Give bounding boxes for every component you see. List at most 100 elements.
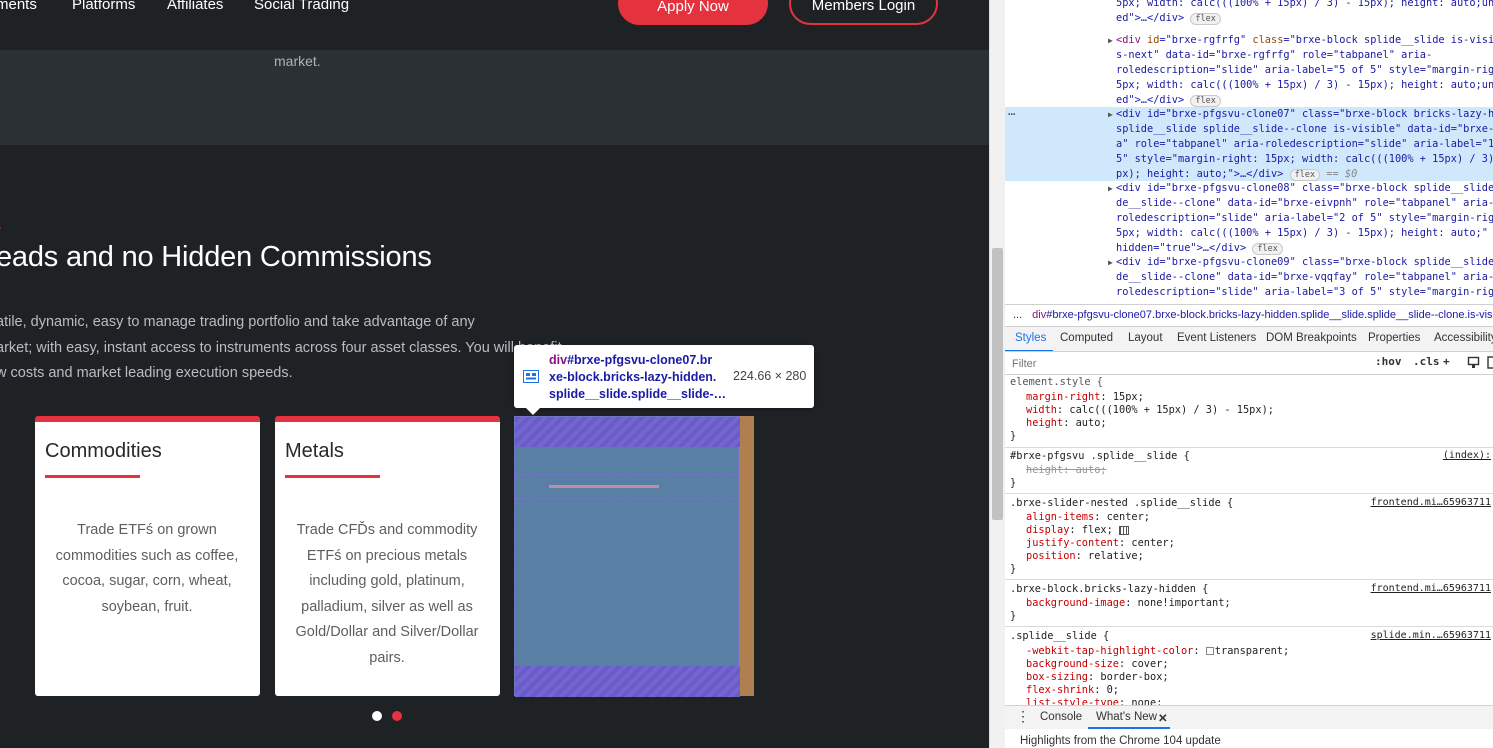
css-prop-name[interactable]: list-style-type [1026, 697, 1119, 705]
computed-styles-toggle-icon[interactable] [1467, 356, 1480, 369]
css-prop-name[interactable]: align-items [1026, 511, 1094, 523]
styles-filter-input[interactable] [1009, 355, 1367, 372]
css-prop-name[interactable]: height [1026, 417, 1063, 429]
css-prop-value[interactable]: center; [1131, 537, 1174, 549]
card-body-line: including gold, platinum, [309, 573, 465, 589]
expand-triangle-icon[interactable]: ▶ [1108, 258, 1113, 267]
css-prop-name[interactable]: width [1026, 404, 1057, 416]
rule-source-link[interactable]: (index): [1443, 450, 1491, 461]
expand-triangle-icon[interactable]: ▶ [1108, 184, 1113, 193]
expand-triangle-icon[interactable]: ▶ [1108, 36, 1113, 45]
css-prop-name[interactable]: box-sizing [1026, 671, 1088, 683]
nav-link-instruments[interactable]: ments [0, 0, 37, 13]
css-prop-name[interactable]: background-size [1026, 658, 1119, 670]
breadcrumb-selector[interactable]: #brxe-pfgsvu-clone07.brxe-block.bricks-l… [1046, 309, 1493, 321]
hover-state-button[interactable]: :hov [1375, 355, 1402, 368]
css-prop-name[interactable]: margin-right [1026, 391, 1100, 403]
breadcrumb-ellipsis[interactable]: ... [1013, 309, 1022, 321]
css-prop-name[interactable]: -webkit-tap-highlight-color [1026, 645, 1193, 657]
css-rule[interactable]: .brxe-block.bricks-lazy-hidden { fronten… [1005, 580, 1493, 627]
members-login-button[interactable]: Members Login [789, 0, 938, 25]
tab-console[interactable]: Console [1040, 711, 1082, 723]
color-swatch-icon[interactable] [1205, 647, 1214, 655]
elements-tree[interactable]: 5px; width: calc(((100% + 15px) / 3) - 1… [1005, 0, 1493, 304]
css-prop-value[interactable]: 15px; [1113, 391, 1144, 403]
css-prop-value[interactable]: border-box; [1100, 671, 1168, 683]
breadcrumb-tag[interactable]: div [1032, 309, 1046, 321]
drawer-menu-icon[interactable]: ⋮ [1016, 708, 1030, 725]
carousel-dot-active[interactable] [392, 711, 402, 721]
tab-layout[interactable]: Layout [1128, 332, 1163, 344]
nav-link-social-trading[interactable]: Social Trading [254, 0, 349, 13]
close-icon[interactable]: ✕ [1158, 711, 1168, 725]
css-prop-value[interactable]: relative; [1088, 550, 1144, 562]
css-prop-name[interactable]: justify-content [1026, 537, 1119, 549]
css-prop-name[interactable]: display [1026, 524, 1069, 536]
css-prop-name[interactable]: position [1026, 550, 1076, 562]
more-icon[interactable]: ⋯ [1008, 107, 1015, 121]
rule-source-link[interactable]: splide.min.…65963711 [1371, 630, 1491, 641]
dom-breadcrumb[interactable]: ... div#brxe-pfgsvu-clone07.brxe-block.br… [1005, 304, 1493, 326]
rule-source-link[interactable]: frontend.mi…65963711 [1371, 583, 1491, 594]
dom-node[interactable]: 5px; width: calc(((100% + 15px) / 3) - 1… [1005, 0, 1493, 32]
expand-triangle-icon[interactable]: ▶ [1108, 110, 1113, 119]
apply-now-button[interactable]: Apply Now [618, 0, 768, 25]
css-rule[interactable]: .brxe-slider-nested .splide__slide { fro… [1005, 494, 1493, 580]
tooltip-size: 224.66 × 280 [733, 369, 807, 383]
css-prop-name[interactable]: height [1026, 464, 1063, 476]
css-prop-value[interactable]: calc(((100% + 15px) / 3) - 15px); [1069, 404, 1274, 416]
dom-node[interactable]: ▶ <div id="brxe-pfgsvu-clone08" class="b… [1005, 181, 1493, 255]
rule-source-link[interactable]: frontend.mi…65963711 [1371, 497, 1491, 508]
dom-node[interactable]: ▶ <div id="brxe-rgfrfg" class="brxe-bloc… [1005, 33, 1493, 107]
page-scrollbar[interactable] [989, 0, 1005, 748]
tab-accessibility[interactable]: Accessibility [1434, 332, 1493, 344]
section-intro: atile, dynamic, easy to manage trading p… [0, 310, 562, 387]
intro-line: arket; with easy, instant access to inst… [0, 339, 562, 356]
flex-badge[interactable]: flex [1190, 13, 1221, 25]
class-toggle-button[interactable]: .cls [1413, 355, 1440, 368]
css-prop-value[interactable]: center; [1107, 511, 1150, 523]
devtools-drawer-tabbar: ⋮ Console What's New ✕ [1005, 705, 1493, 729]
css-prop-name[interactable]: background-image [1026, 597, 1125, 609]
sidebar-toggle-icon[interactable] [1487, 356, 1493, 369]
css-rule[interactable]: #brxe-pfgsvu .splide__slide { (index): h… [1005, 448, 1493, 494]
tab-computed[interactable]: Computed [1060, 332, 1113, 344]
tab-styles[interactable]: Styles [1015, 332, 1046, 344]
css-prop-value[interactable]: flex; [1082, 524, 1113, 536]
css-prop-value[interactable]: auto; [1076, 417, 1107, 429]
css-prop-value[interactable]: none!important; [1138, 597, 1231, 609]
css-prop-value[interactable]: none; [1131, 697, 1162, 705]
css-rule[interactable]: .splide__slide { splide.min.…65963711 -w… [1005, 627, 1493, 705]
css-prop-name[interactable]: flex-shrink [1026, 684, 1094, 696]
dom-node-line: a" role="tabpanel" aria-roledescription=… [1116, 138, 1493, 150]
flexbox-editor-icon[interactable] [1119, 525, 1130, 535]
nav-link-platforms[interactable]: Platforms [72, 0, 135, 13]
tab-dom-breakpoints[interactable]: DOM Breakpoints [1266, 332, 1357, 344]
tab-event-listeners[interactable]: Event Listeners [1177, 332, 1256, 344]
css-prop-value[interactable]: 0; [1107, 684, 1119, 696]
tooltip-tag: div [549, 353, 568, 367]
css-prop-value[interactable]: auto; [1076, 464, 1107, 476]
flex-badge[interactable]: flex [1289, 169, 1321, 181]
tab-properties[interactable]: Properties [1368, 332, 1420, 344]
scrollbar-thumb[interactable] [992, 248, 1003, 520]
tab-whats-new[interactable]: What's New [1096, 711, 1157, 723]
rule-close-brace: } [1010, 477, 1017, 489]
css-prop-value[interactable]: cover; [1131, 658, 1168, 670]
flex-badge[interactable]: flex [1252, 243, 1283, 255]
dom-node[interactable]: ▶ <div id="brxe-pfgsvu-clone09" class="b… [1005, 255, 1493, 304]
carousel-dot[interactable] [372, 711, 382, 721]
rule-close-brace: } [1010, 563, 1017, 575]
css-rule[interactable]: element.style { margin-right: 15px; widt… [1005, 375, 1493, 448]
css-prop-value[interactable]: transparent; [1215, 645, 1289, 657]
new-rule-button[interactable]: + [1443, 355, 1450, 368]
styles-rules-pane[interactable]: element.style { margin-right: 15px; widt… [1005, 375, 1493, 705]
nav-link-affiliates[interactable]: Affiliates [167, 0, 223, 13]
flex-badge[interactable]: flex [1190, 95, 1221, 107]
card-metals[interactable]: Metals Trade CFĎs and commodity ETFś on … [275, 416, 500, 696]
dom-node-selected[interactable]: ⋯ ▶ <div id="brxe-pfgsvu-clone07" class=… [1005, 107, 1493, 181]
card-body: Trade CFĎs and commodity ETFś on preciou… [283, 518, 491, 671]
card-commodities[interactable]: Commodities Trade ETFś on grown commodit… [35, 416, 260, 696]
rule-selector: .brxe-block.bricks-lazy-hidden { [1010, 583, 1209, 595]
inspected-slide-highlight[interactable] [514, 416, 754, 697]
